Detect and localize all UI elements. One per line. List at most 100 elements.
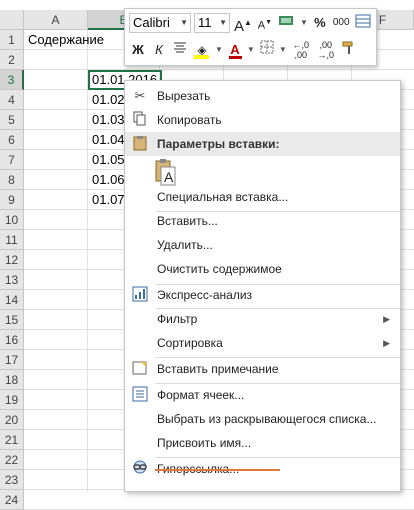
align-center-button[interactable] xyxy=(171,40,189,60)
mini-toolbar: Calibri ▼ 11 ▼ A▲ A▼ ▼ % 000 Ж К ◈ ▼ A ▼… xyxy=(124,8,377,66)
paste-icon-letter: A xyxy=(164,169,174,185)
menu-item-clear-contents[interactable]: Очистить содержимое xyxy=(125,257,400,281)
row-header[interactable]: 9 xyxy=(0,190,24,210)
row-header[interactable]: 21 xyxy=(0,430,24,450)
font-size-combo[interactable]: 11 ▼ xyxy=(194,13,230,33)
row-header[interactable]: 24 xyxy=(0,490,24,510)
row-header[interactable]: 15 xyxy=(0,310,24,330)
borders-icon xyxy=(260,40,274,54)
font-color-button[interactable]: A xyxy=(226,40,244,60)
cell-b9[interactable]: 01.07 xyxy=(88,190,124,210)
menu-item-label: Формат ячеек... xyxy=(157,388,245,402)
menu-item-cut[interactable]: ✂ Вырезать xyxy=(125,84,400,108)
menu-item-insert-comment[interactable]: Вставить примечание xyxy=(125,357,400,381)
row-header[interactable]: 1 xyxy=(0,30,24,50)
row-header[interactable]: 17 xyxy=(0,350,24,370)
cell-b7[interactable]: 01.05 xyxy=(88,150,124,170)
chevron-down-icon[interactable]: ▼ xyxy=(300,13,308,33)
row-header[interactable]: 19 xyxy=(0,390,24,410)
row-header[interactable]: 8 xyxy=(0,170,24,190)
menu-item-label: Выбрать из раскрывающегося списка... xyxy=(157,412,377,426)
mini-toolbar-row-1: Calibri ▼ 11 ▼ A▲ A▼ ▼ % 000 xyxy=(129,12,372,35)
column-header-a[interactable]: A xyxy=(24,10,88,30)
submenu-arrow-icon: ▶ xyxy=(383,314,390,324)
row-header[interactable]: 22 xyxy=(0,450,24,470)
select-all-corner[interactable] xyxy=(0,10,24,30)
row-header[interactable]: 7 xyxy=(0,150,24,170)
menu-item-insert[interactable]: Вставить... xyxy=(125,209,400,233)
row-header[interactable]: 3 xyxy=(0,70,24,90)
bold-button[interactable]: Ж xyxy=(129,40,147,60)
row-header[interactable]: 14 xyxy=(0,290,24,310)
menu-item-copy[interactable]: Копировать xyxy=(125,108,400,132)
font-color-icon: A xyxy=(230,42,240,57)
menu-item-format-cells[interactable]: Формат ячеек... xyxy=(125,383,400,407)
cell-b5[interactable]: 01.03 xyxy=(88,110,124,130)
hyperlink-highlight-underline xyxy=(155,469,280,471)
menu-header-paste-options: Параметры вставки: xyxy=(125,132,400,156)
menu-item-pick-from-list[interactable]: Выбрать из раскрывающегося списка... xyxy=(125,407,400,431)
hyperlink-icon xyxy=(131,460,149,478)
menu-item-paste-special[interactable]: Специальная вставка... xyxy=(125,185,400,209)
mini-toolbar-row-2: Ж К ◈ ▼ A ▼ ▼ ←,0 ,00 ,00 →,0 xyxy=(129,39,358,61)
row-header[interactable]: 20 xyxy=(0,410,24,430)
menu-item-filter[interactable]: Фильтр ▶ xyxy=(125,307,400,331)
borders-button[interactable] xyxy=(258,40,276,60)
quick-analysis-icon xyxy=(131,286,149,304)
context-menu: ✂ Вырезать Копировать Параметры вставки:… xyxy=(124,80,401,492)
menu-item-define-name[interactable]: Присвоить имя... xyxy=(125,431,400,455)
menu-item-label: Удалить... xyxy=(157,238,213,252)
format-painter-button[interactable] xyxy=(340,40,358,60)
accounting-format-button[interactable] xyxy=(277,13,297,33)
align-center-icon xyxy=(174,42,186,53)
fill-color-swatch xyxy=(194,55,209,59)
font-color-swatch xyxy=(228,56,242,59)
menu-item-delete[interactable]: Удалить... xyxy=(125,233,400,257)
shrink-font-button[interactable]: A▼ xyxy=(256,13,274,33)
row-header[interactable]: 2 xyxy=(0,50,24,70)
percent-style-button[interactable]: % xyxy=(311,13,329,33)
row-header[interactable]: 18 xyxy=(0,370,24,390)
chevron-down-icon[interactable]: ▼ xyxy=(215,40,223,60)
comma-style-button[interactable]: 000 xyxy=(332,13,351,33)
increase-decimal-button[interactable]: ←,0 ,00 xyxy=(290,40,312,60)
menu-item-sort[interactable]: Сортировка ▶ xyxy=(125,331,400,355)
menu-item-label: Параметры вставки: xyxy=(157,137,280,151)
scissors-icon: ✂ xyxy=(134,88,146,103)
row-header[interactable]: 13 xyxy=(0,270,24,290)
menu-item-label: Вырезать xyxy=(157,89,211,103)
font-size-value: 11 xyxy=(198,15,212,30)
menu-item-label: Копировать xyxy=(157,113,222,127)
format-cells-icon xyxy=(131,386,149,404)
chevron-down-icon: ▼ xyxy=(219,18,227,27)
chevron-down-icon[interactable]: ▼ xyxy=(279,40,287,60)
font-name-combo[interactable]: Calibri ▼ xyxy=(129,13,191,33)
font-name-value: Calibri xyxy=(133,15,170,30)
menu-item-label: Очистить содержимое xyxy=(157,262,282,276)
fill-color-button[interactable]: ◈ xyxy=(192,40,212,60)
format-table-button[interactable] xyxy=(354,13,372,33)
submenu-arrow-icon: ▶ xyxy=(383,338,390,348)
menu-item-label: Специальная вставка... xyxy=(157,190,289,204)
chevron-down-icon: ▼ xyxy=(180,18,188,27)
row-header[interactable]: 10 xyxy=(0,210,24,230)
row-header[interactable]: 16 xyxy=(0,330,24,350)
grow-font-button[interactable]: A▲ xyxy=(233,13,253,35)
menu-item-quick-analysis[interactable]: Экспресс-анализ xyxy=(125,283,400,307)
cell-b4[interactable]: 01.02 xyxy=(88,90,124,110)
italic-button[interactable]: К xyxy=(150,40,168,60)
row-header[interactable]: 6 xyxy=(0,130,24,150)
row-header[interactable]: 5 xyxy=(0,110,24,130)
chevron-down-icon[interactable]: ▼ xyxy=(247,40,255,60)
row-header[interactable]: 4 xyxy=(0,90,24,110)
decrease-decimal-button[interactable]: ,00 →,0 xyxy=(315,40,337,60)
menu-item-label: Сортировка xyxy=(157,336,223,350)
cell-b8[interactable]: 01.06 xyxy=(88,170,124,190)
row-header[interactable]: 23 xyxy=(0,470,24,490)
cell-b6[interactable]: 01.04 xyxy=(88,130,124,150)
row-header[interactable]: 11 xyxy=(0,230,24,250)
grow-font-icon: A xyxy=(234,18,245,35)
paste-values-icon[interactable]: A xyxy=(155,157,177,187)
table-format-icon xyxy=(355,14,371,28)
row-header[interactable]: 12 xyxy=(0,250,24,270)
